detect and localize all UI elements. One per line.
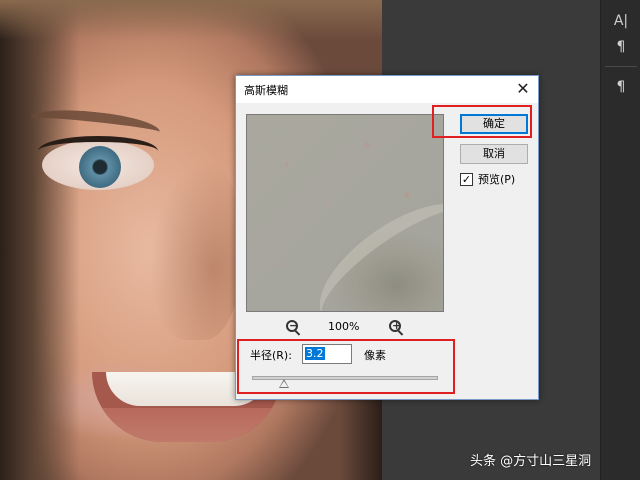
panel-dock: A| ¶ ¶ [600,0,640,480]
paragraph-panel-icon[interactable]: ¶ [609,36,633,58]
nose-shadow [150,160,240,340]
preview-checkbox[interactable]: ✓ [460,173,473,186]
preview-ridge [300,180,443,311]
radius-highlight-box [237,339,455,394]
ok-highlight-box [432,105,532,138]
close-icon[interactable]: ✕ [512,78,534,100]
panel-divider [605,66,637,67]
lens-handle [397,330,404,336]
zoom-level: 100% [328,320,360,333]
eyelash [38,136,158,166]
lower-lip [92,408,282,442]
dialog-title: 高斯模糊 [244,84,288,97]
zoom-in-icon[interactable]: + [388,319,406,337]
blur-preview-image[interactable] [246,114,444,312]
zoom-out-icon[interactable]: − [285,319,303,337]
paragraph-styles-icon[interactable]: ¶ [609,76,633,98]
hair-region [0,0,80,480]
preview-label: 预览(P) [478,173,516,186]
forehead-hair-region [0,0,382,40]
cancel-button[interactable]: 取消 [460,144,528,164]
preview-option[interactable]: ✓ 预览(P) [460,172,535,188]
lens-handle [294,330,301,336]
character-panel-icon[interactable]: A| [609,10,633,32]
watermark: 头条 @方寸山三星洞 [470,454,592,469]
dialog-titlebar[interactable]: 高斯模糊 ✕ [236,76,538,103]
